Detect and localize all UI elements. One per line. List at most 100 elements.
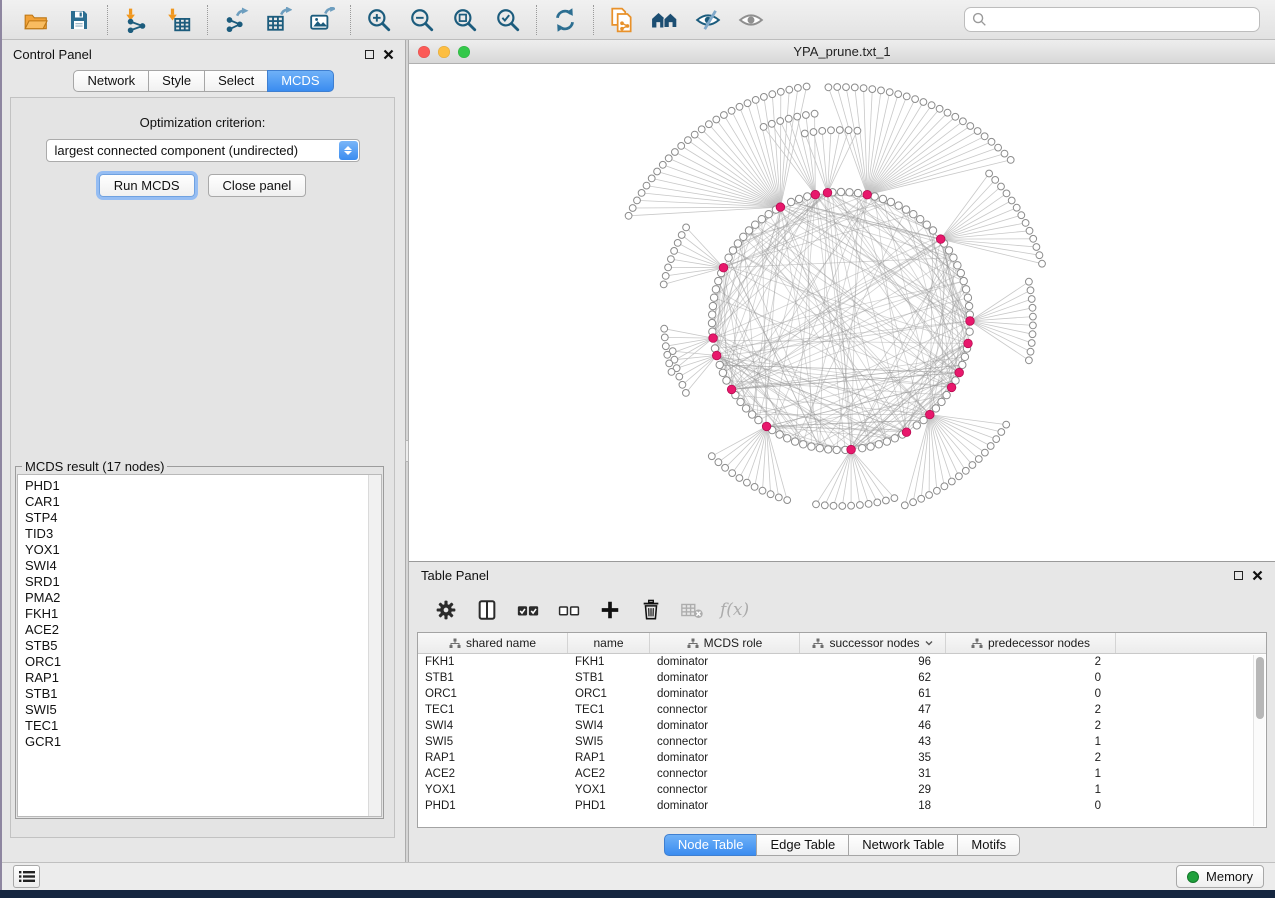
network-node[interactable] (769, 91, 776, 98)
network-node[interactable] (784, 435, 791, 442)
cell-shared_name[interactable]: YOX1 (418, 784, 568, 796)
cell-mcds_role[interactable]: dominator (650, 656, 800, 668)
network-node[interactable] (765, 211, 772, 218)
network-node[interactable] (683, 224, 690, 231)
network-node[interactable] (629, 205, 636, 212)
cell-mcds_role[interactable]: connector (650, 784, 800, 796)
network-node[interactable] (1001, 150, 1008, 157)
network-node[interactable] (969, 462, 976, 469)
cell-name[interactable]: SWI5 (568, 736, 650, 748)
network-node[interactable] (710, 294, 717, 301)
network-node[interactable] (974, 128, 981, 135)
network-node[interactable] (843, 84, 850, 91)
network-node[interactable] (959, 361, 966, 368)
network-node[interactable] (929, 227, 936, 234)
cell-successor_nodes[interactable]: 43 (800, 736, 946, 748)
network-node[interactable] (664, 351, 671, 358)
network-node[interactable] (1030, 313, 1037, 320)
network-node[interactable] (725, 254, 732, 261)
network-node[interactable] (988, 138, 995, 145)
network-node[interactable] (1007, 157, 1014, 164)
network-node[interactable] (901, 502, 908, 509)
mcds-result-item[interactable]: SRD1 (25, 574, 381, 590)
network-node[interactable] (957, 269, 964, 276)
network-node[interactable] (752, 221, 759, 228)
network-node[interactable] (745, 227, 752, 234)
network-node[interactable] (808, 443, 815, 450)
network-node[interactable] (1029, 304, 1036, 311)
network-node[interactable] (654, 168, 661, 175)
network-node[interactable] (944, 109, 951, 116)
mcds-result-item[interactable]: SWI4 (25, 558, 381, 574)
network-node[interactable] (886, 89, 893, 96)
mcds-result-item[interactable]: CAR1 (25, 494, 381, 510)
vertical-splitter[interactable] (405, 40, 409, 862)
cell-name[interactable]: ACE2 (568, 768, 650, 780)
export-network-icon[interactable] (221, 5, 251, 35)
network-node[interactable] (936, 105, 943, 112)
cell-mcds_role[interactable]: dominator (650, 672, 800, 684)
network-node[interactable] (708, 453, 715, 460)
network-node[interactable] (998, 429, 1005, 436)
tab-edge-table[interactable]: Edge Table (756, 834, 849, 856)
cell-predecessor_nodes[interactable]: 2 (946, 720, 1116, 732)
network-node[interactable] (784, 497, 791, 504)
tab-node-table[interactable]: Node Table (664, 834, 758, 856)
network-node[interactable] (883, 438, 890, 445)
apply-function-icon[interactable]: f(x) (720, 597, 749, 623)
cell-predecessor_nodes[interactable]: 1 (946, 784, 1116, 796)
mcds-result-item[interactable]: PMA2 (25, 590, 381, 606)
network-node[interactable] (938, 398, 945, 405)
network-node[interactable] (709, 302, 716, 309)
network-node[interactable] (918, 495, 925, 502)
network-node[interactable] (803, 112, 810, 119)
network-node[interactable] (723, 377, 730, 384)
network-node[interactable] (825, 84, 832, 91)
network-node[interactable] (791, 438, 798, 445)
network-node[interactable] (954, 262, 961, 269)
mcds-result-item[interactable]: STB1 (25, 686, 381, 702)
column-header-MCDS-role[interactable]: MCDS role (650, 633, 800, 653)
network-node[interactable] (854, 127, 861, 134)
network-node[interactable] (967, 123, 974, 130)
cell-name[interactable]: ORC1 (568, 688, 650, 700)
cell-name[interactable]: SWI4 (568, 720, 650, 732)
network-node[interactable] (948, 478, 955, 485)
network-node[interactable] (661, 325, 668, 332)
network-node[interactable] (875, 441, 882, 448)
network-node[interactable] (1028, 340, 1035, 347)
network-node[interactable] (716, 361, 723, 368)
mcds-result-item[interactable]: RAP1 (25, 670, 381, 686)
cell-successor_nodes[interactable]: 61 (800, 688, 946, 700)
network-hub-node[interactable] (727, 385, 736, 394)
network-node[interactable] (767, 491, 774, 498)
network-node[interactable] (987, 443, 994, 450)
network-node[interactable] (887, 198, 894, 205)
network-node[interactable] (691, 131, 698, 138)
network-node[interactable] (995, 144, 1002, 151)
close-window-button[interactable] (418, 46, 430, 58)
network-node[interactable] (666, 360, 673, 367)
refresh-icon[interactable] (550, 5, 580, 35)
import-network-icon[interactable] (121, 5, 151, 35)
network-node[interactable] (912, 96, 919, 103)
table-row[interactable]: SWI5SWI5connector431 (418, 734, 1266, 750)
cell-shared_name[interactable]: RAP1 (418, 752, 568, 764)
splitter-handle[interactable] (405, 440, 409, 462)
network-node[interactable] (728, 107, 735, 114)
network-node[interactable] (679, 381, 686, 388)
cell-name[interactable]: PHD1 (568, 800, 650, 812)
network-node[interactable] (638, 190, 645, 197)
network-hub-node[interactable] (823, 188, 832, 197)
toggle-columns-icon[interactable] (474, 597, 500, 623)
cell-successor_nodes[interactable]: 31 (800, 768, 946, 780)
cell-shared_name[interactable]: SWI5 (418, 736, 568, 748)
float-table-panel-icon[interactable] (1234, 571, 1243, 580)
mcds-result-list[interactable]: PHD1CAR1STP4TID3YOX1SWI4SRD1PMA2FKH1ACE2… (17, 474, 382, 817)
mcds-result-item[interactable]: STB5 (25, 638, 381, 654)
task-history-button[interactable] (13, 865, 40, 888)
network-node[interactable] (768, 120, 775, 127)
network-node[interactable] (737, 398, 744, 405)
cell-shared_name[interactable]: FKH1 (418, 656, 568, 668)
network-node[interactable] (672, 149, 679, 156)
